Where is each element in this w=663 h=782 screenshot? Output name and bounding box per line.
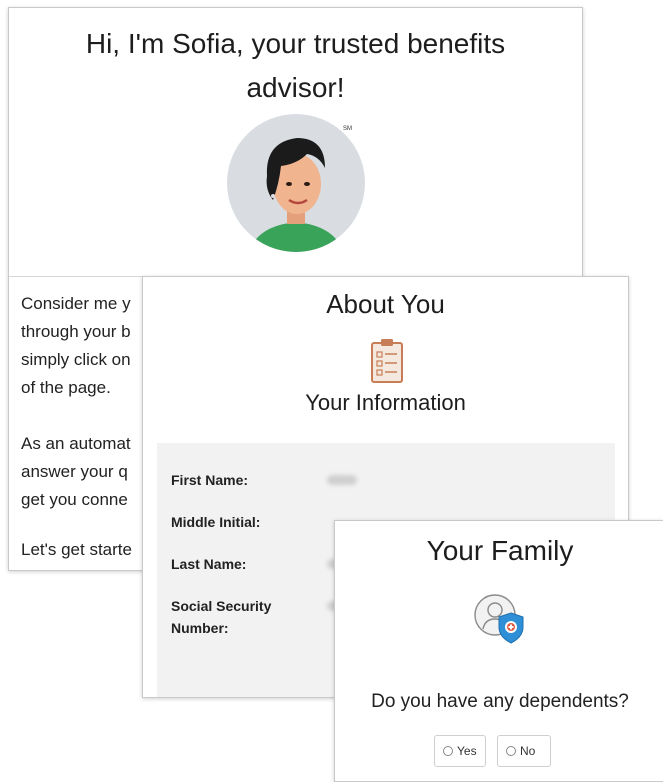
radio-circle-icon <box>506 746 516 756</box>
your-family-card: Your Family Do you have any dependents? … <box>334 520 663 782</box>
dependents-question: Do you have any dependents? <box>371 691 629 712</box>
dependents-yes-option[interactable]: Yes <box>434 735 486 767</box>
radio-circle-icon <box>443 746 453 756</box>
family-heading: Your Family <box>426 535 574 566</box>
family-shield-icon <box>474 594 524 644</box>
ssn-label: Social Security Number: <box>171 598 272 636</box>
yes-label: Yes <box>457 744 477 758</box>
intro-title: Hi, I'm Sofia, your trusted benefits adv… <box>85 28 506 103</box>
clipboard-icon <box>371 339 403 383</box>
middle-initial-label: Middle Initial: <box>171 514 261 530</box>
sofia-avatar <box>227 114 365 252</box>
first-name-value-redacted <box>327 475 357 485</box>
no-label: No <box>520 744 536 758</box>
first-name-label: First Name: <box>171 472 249 488</box>
service-mark: SM <box>343 126 352 132</box>
last-name-label: Last Name: <box>171 556 247 572</box>
about-heading: About You <box>326 289 445 319</box>
dependents-no-option[interactable]: No <box>497 735 551 767</box>
your-information-heading: Your Information <box>305 390 466 415</box>
